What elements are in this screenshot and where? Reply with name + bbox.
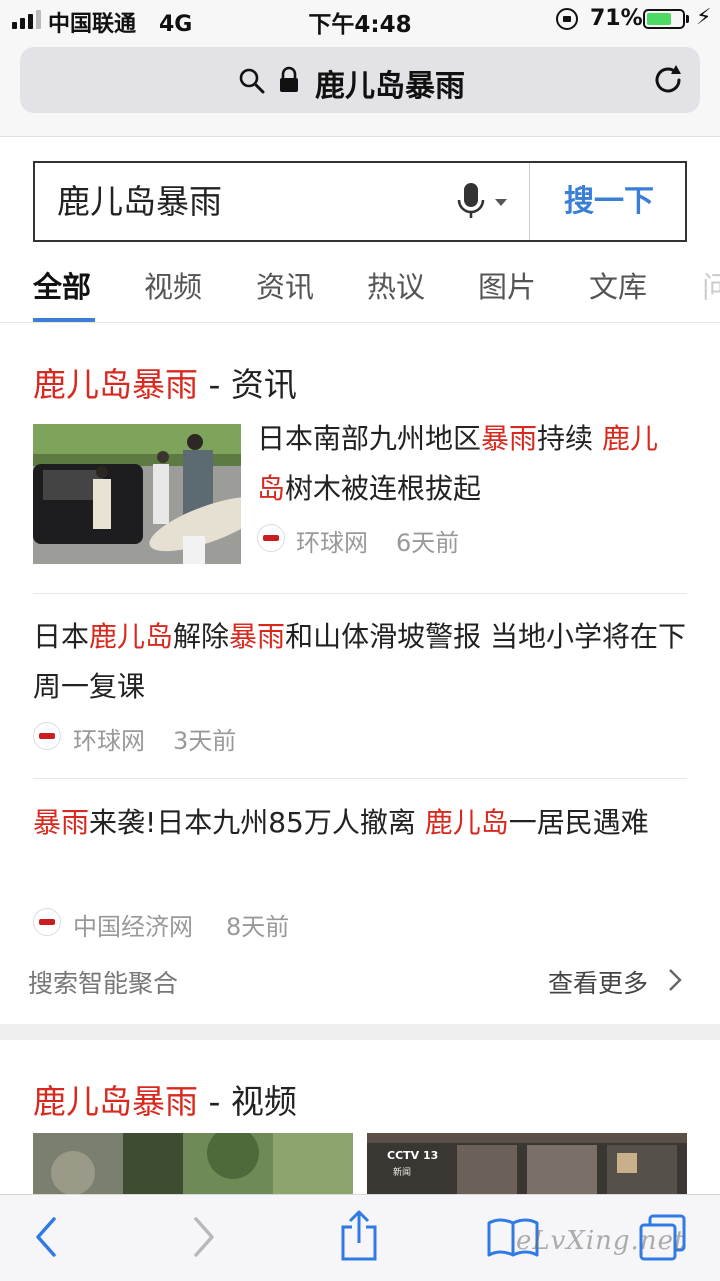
share-icon[interactable] <box>338 1209 380 1263</box>
active-tab-indicator <box>33 318 95 322</box>
search-tabs: 全部 视频 资讯 热议 图片 文库 问 <box>0 252 720 323</box>
news-source: 中国经济网 <box>73 913 193 941</box>
reload-icon[interactable] <box>652 63 686 97</box>
tab-qa[interactable]: 问 <box>702 264 720 306</box>
chevron-down-icon[interactable] <box>495 199 507 206</box>
news-thumbnail[interactable] <box>33 424 241 564</box>
tab-discussion[interactable]: 热议 <box>367 264 425 306</box>
charging-icon: ⚡ <box>696 5 712 30</box>
aggregation-label: 搜索智能聚合 <box>28 969 179 998</box>
tab-library[interactable]: 文库 <box>589 264 647 306</box>
battery-fill <box>647 13 671 25</box>
watermark: eLvXing.net <box>516 1226 686 1256</box>
view-more-link[interactable]: 查看更多 <box>548 964 648 1000</box>
battery-tip <box>686 15 689 23</box>
chevron-right-icon[interactable] <box>668 968 682 992</box>
section-separator <box>0 1024 720 1040</box>
news-time: 6天前 <box>396 529 460 557</box>
source-logo-icon <box>257 524 285 552</box>
search-input[interactable] <box>57 179 437 218</box>
tab-video[interactable]: 视频 <box>144 264 202 306</box>
video-thumbnail[interactable]: CCTV 13 新闻 <box>367 1133 687 1195</box>
battery-icon <box>643 9 685 29</box>
battery-percent: 71% <box>590 6 643 31</box>
source-logo-icon <box>33 722 61 750</box>
tab-images[interactable]: 图片 <box>478 264 536 306</box>
source-logo-icon <box>33 908 61 936</box>
search-button[interactable]: 搜一下 <box>529 163 688 240</box>
divider <box>33 593 687 594</box>
forward-icon[interactable] <box>190 1215 218 1259</box>
news-item-title[interactable]: 日本南部九州地区暴雨持续 鹿儿岛树木被连根拔起 <box>257 414 677 514</box>
divider <box>33 778 687 779</box>
tab-news[interactable]: 资讯 <box>256 264 314 306</box>
address-bar-area: 鹿儿岛暴雨 <box>0 40 720 137</box>
news-section-title[interactable]: 鹿儿岛暴雨 - 资讯 <box>33 358 297 406</box>
news-time: 3天前 <box>173 727 237 755</box>
lock-icon <box>280 66 298 92</box>
news-item-title[interactable]: 暴雨来袭!日本九州85万人撤离 鹿儿岛一居民遇难 <box>33 798 693 848</box>
video-section-title[interactable]: 鹿儿岛暴雨 - 视频 <box>33 1075 297 1123</box>
news-time: 8天前 <box>226 913 290 941</box>
video-thumbnail[interactable] <box>33 1133 353 1195</box>
news-source: 环球网 <box>296 529 368 557</box>
back-icon[interactable] <box>32 1215 60 1259</box>
cctv-channel: 新闻 <box>393 1168 412 1178</box>
search-box: 搜一下 <box>33 161 687 242</box>
status-bar: 中国联通 4G 下午4:48 71% ⚡ <box>0 0 720 40</box>
news-source: 环球网 <box>73 727 145 755</box>
url-text: 鹿儿岛暴雨 <box>315 69 465 104</box>
microphone-icon[interactable] <box>457 183 485 221</box>
search-icon <box>239 68 265 94</box>
cctv-logo: CCTV 13 <box>387 1149 439 1162</box>
tab-all[interactable]: 全部 <box>33 264 91 306</box>
address-bar[interactable]: 鹿儿岛暴雨 <box>20 47 700 113</box>
rotation-lock-icon <box>556 8 578 30</box>
news-item-title[interactable]: 日本鹿儿岛解除暴雨和山体滑坡警报 当地小学将在下周一复课 <box>33 612 693 712</box>
